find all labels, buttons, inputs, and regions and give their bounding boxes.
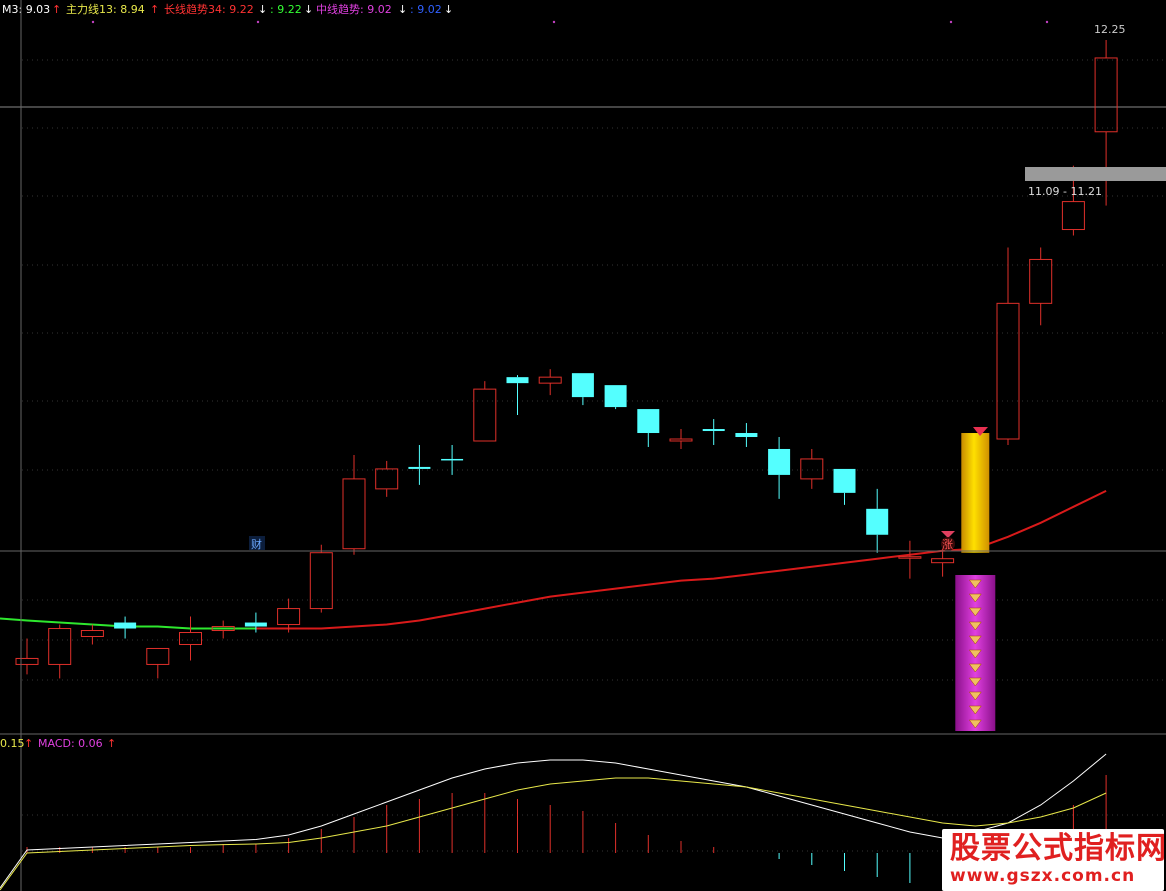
- gem-icon: [941, 531, 955, 538]
- candle-body: [571, 373, 594, 398]
- top-tick: [91, 20, 95, 24]
- price-range-label: 11.09 - 11.21: [1028, 185, 1102, 198]
- stock-chart[interactable]: M3: 9.03 ↑ 主力线13: 8.94 ↑ 长线趋势34: 9.22 ↓ …: [0, 0, 1166, 891]
- cxqs-value2-arrow: ↓: [304, 3, 313, 16]
- cxqs-value2: : 9.22: [270, 3, 302, 16]
- candle-body: [800, 458, 824, 480]
- zxqs-label: 中线趋势: 9.02: [316, 2, 392, 16]
- candle-body: [309, 552, 333, 610]
- candle-body: [604, 385, 627, 408]
- candle-body: [441, 458, 464, 461]
- candle-body: [80, 630, 104, 638]
- candle-body-highlight: [961, 433, 990, 553]
- top-tick: [1045, 20, 1049, 24]
- candle-body: [179, 632, 202, 645]
- candle-body: [146, 647, 170, 665]
- candle-body: [637, 409, 660, 434]
- zhang-badge[interactable]: 涨: [941, 531, 955, 551]
- candle-body: [408, 466, 431, 469]
- cxqs-label: 长线趋势34: 9.22: [164, 2, 254, 16]
- candle-body: [768, 448, 791, 475]
- macd-panel: [0, 753, 1107, 891]
- candle-body: [342, 478, 366, 550]
- dif-line: [0, 753, 1107, 889]
- m3-label: M3: 9.03: [2, 3, 50, 16]
- candle-body: [506, 377, 529, 384]
- candle-body: [375, 468, 399, 490]
- zhang-badge-text: 涨: [942, 538, 953, 551]
- macd-up-arrow: ↑: [107, 737, 116, 750]
- candle-body: [114, 622, 137, 629]
- m3-up-arrow: ↑: [52, 3, 61, 16]
- candles: [15, 40, 1118, 679]
- signal-panel: [955, 575, 996, 731]
- macd-left-value: 0.15: [0, 737, 25, 750]
- candle-body: [473, 388, 497, 442]
- watermark-line2: www.gszx.com.cn: [950, 866, 1136, 886]
- candle-body: [244, 622, 267, 627]
- candle-body: [538, 376, 562, 384]
- zlx-up-arrow: ↑: [150, 3, 159, 16]
- candle-body: [1094, 57, 1118, 133]
- candle-body: [866, 508, 889, 535]
- top-tick: [552, 20, 556, 24]
- candle-body: [277, 608, 301, 626]
- zlx-label: 主力线13: 8.94: [66, 2, 145, 16]
- candle-body: [1061, 201, 1085, 231]
- candle-body: [735, 433, 758, 438]
- high-price-label: 12.25: [1094, 23, 1126, 36]
- macd-header: 0.15 ↑ MACD: 0.06 ↑: [0, 737, 116, 750]
- zxqs-value2-arrow: ↓: [444, 3, 453, 16]
- macd-left-arrow: ↑: [24, 737, 33, 750]
- macd-label: MACD: 0.06: [38, 737, 103, 750]
- candle-body: [931, 558, 955, 564]
- top-tick: [256, 20, 260, 24]
- candle-body: [996, 302, 1020, 440]
- ma-line: [0, 490, 1107, 630]
- cxqs-down-arrow: ↓: [258, 3, 267, 16]
- dea-line: [0, 777, 1107, 891]
- candle-body: [48, 628, 72, 665]
- price-range-bar: [1025, 167, 1166, 181]
- watermark: 股票公式指标网 www.gszx.com.cn: [942, 829, 1166, 891]
- watermark-line1: 股票公式指标网: [950, 831, 1166, 866]
- candle-body: [702, 429, 725, 432]
- cai-badge-text: 财: [251, 537, 262, 551]
- candle-body: [1029, 258, 1053, 304]
- top-tick: [949, 20, 953, 24]
- candle-body: [669, 438, 693, 442]
- candle-body: [15, 657, 39, 665]
- cai-badge[interactable]: 财: [249, 536, 265, 551]
- zxqs-down-arrow: ↓: [398, 3, 407, 16]
- candle-body: [898, 556, 922, 559]
- candle-body: [833, 468, 856, 493]
- price-header: M3: 9.03 ↑ 主力线13: 8.94 ↑ 长线趋势34: 9.22 ↓ …: [2, 2, 453, 16]
- zxqs-value2: : 9.02: [410, 3, 442, 16]
